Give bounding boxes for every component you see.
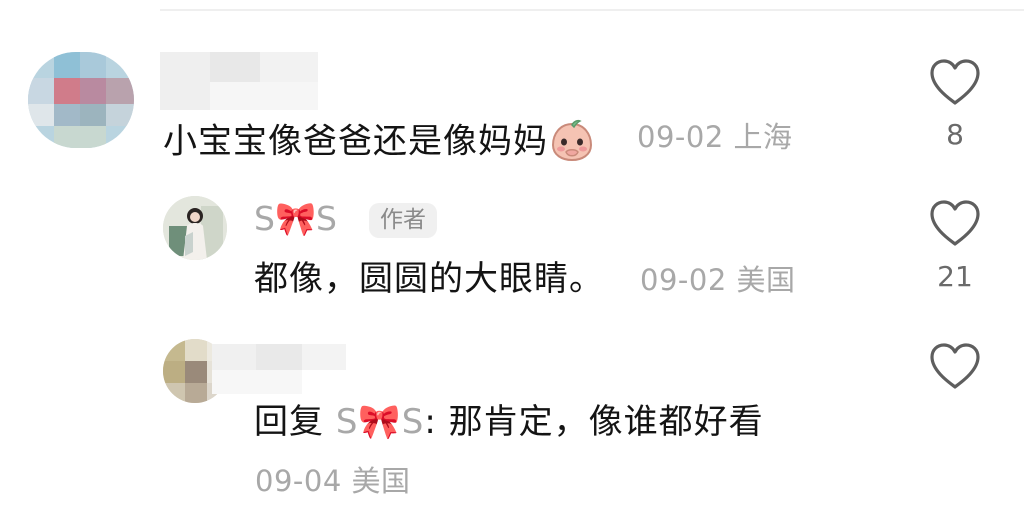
comment-date-2: 09-02 (640, 263, 727, 297)
like-count-2: 21 (937, 260, 973, 293)
username-blurred-3[interactable] (212, 344, 346, 394)
username-blurred-1[interactable] (160, 52, 318, 110)
like-button-1[interactable] (925, 58, 985, 110)
avatar-author[interactable] (163, 196, 227, 260)
author-name[interactable]: S🎀S (254, 202, 337, 235)
comment-location-3: 美国 (351, 464, 411, 498)
comment-meta-1: 09-02 上海 (637, 123, 793, 152)
author-badge: 作者 (369, 203, 437, 238)
comment-text-3-content: : 那肯定，像谁都好看 (424, 402, 764, 442)
reply-prefix: 回复 (254, 402, 324, 442)
heart-outline-icon (930, 200, 980, 246)
comment-text-2[interactable]: 都像，圆圆的大眼睛。 (254, 262, 604, 296)
like-count-1: 8 (946, 118, 964, 151)
comment-text-1[interactable]: 小宝宝像爸爸还是像妈妈 (163, 119, 594, 167)
comment-date-1: 09-02 (637, 120, 724, 154)
like-button-2[interactable] (925, 199, 985, 251)
comment-meta-3: 09-04 美国 (255, 467, 411, 496)
comment-location-1: 上海 (733, 120, 793, 154)
reply-to-name[interactable]: S🎀S (336, 402, 425, 442)
top-divider (160, 9, 1024, 11)
heart-outline-icon (930, 343, 980, 389)
comment-text-1-content: 小宝宝像爸爸还是像妈妈 (163, 121, 548, 162)
peach-face-emoji-icon (550, 119, 594, 167)
heart-outline-icon (930, 59, 980, 105)
like-button-3[interactable] (925, 342, 985, 394)
avatar-commenter-1[interactable] (28, 52, 134, 148)
comment-text-3[interactable]: 回复 S🎀S: 那肯定，像谁都好看 (254, 405, 764, 439)
comment-meta-2: 09-02 美国 (640, 266, 796, 295)
comment-location-2: 美国 (736, 263, 796, 297)
comment-date-3: 09-04 (255, 464, 342, 498)
